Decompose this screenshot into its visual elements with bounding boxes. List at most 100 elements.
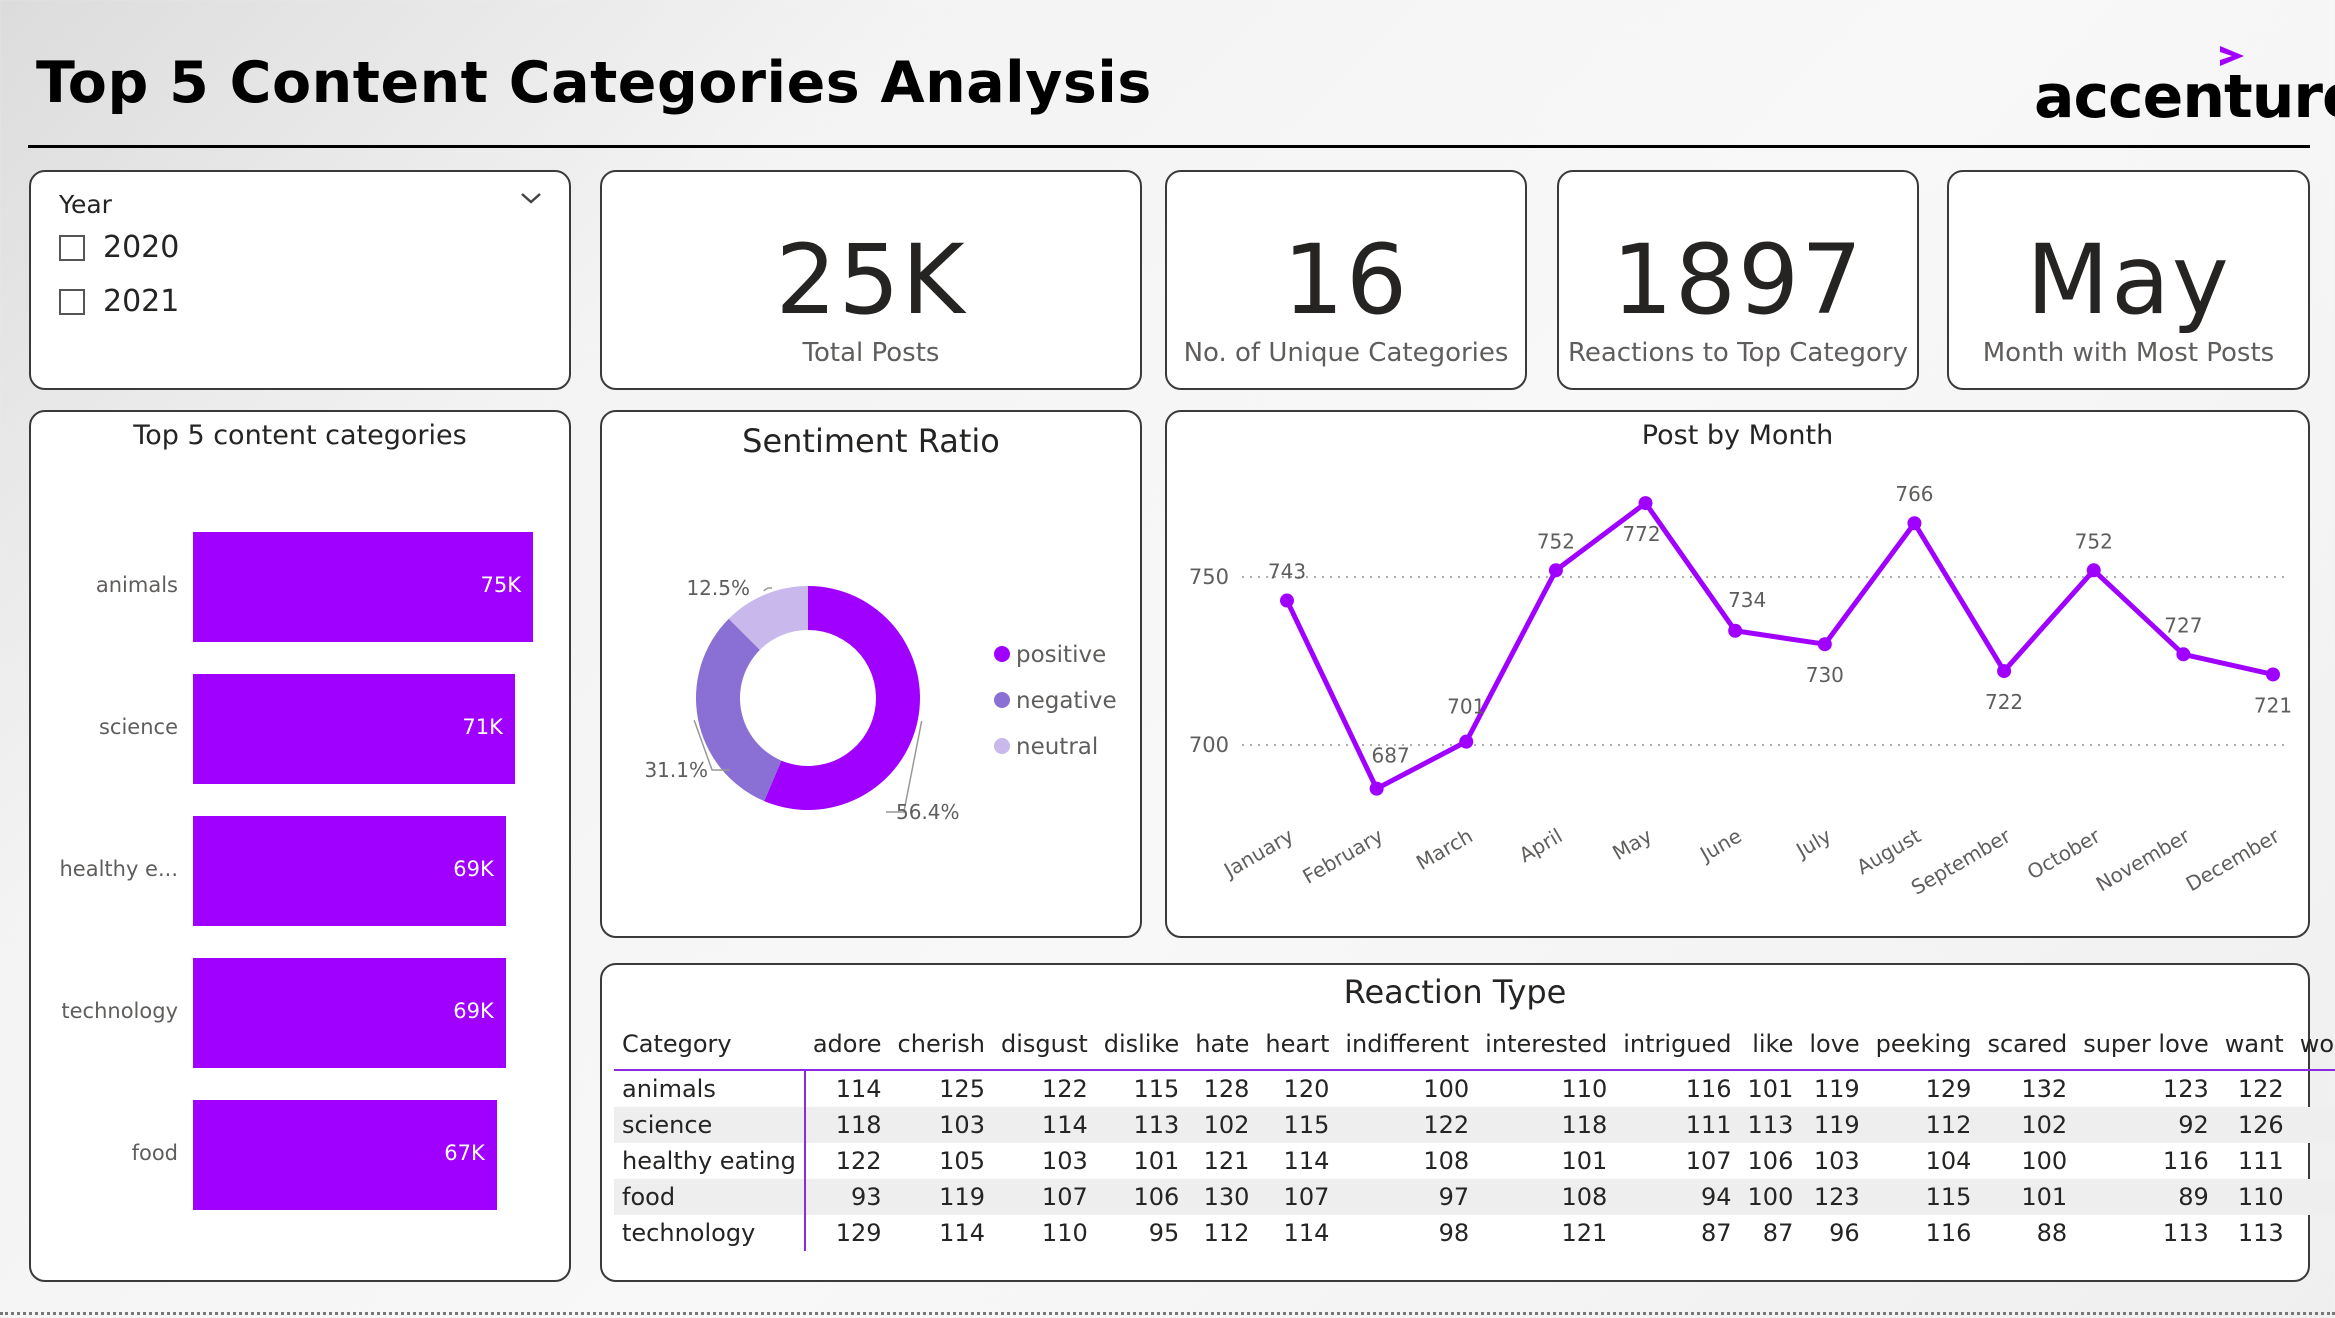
table-cell: 112 bbox=[1867, 1107, 1980, 1143]
column-header[interactable]: dislike bbox=[1096, 1019, 1188, 1070]
table-row[interactable]: animals 114 125 122 115 128 120 100 110 116 101 119… bbox=[614, 1070, 2335, 1107]
line-point[interactable] bbox=[1548, 563, 1563, 578]
table-row[interactable]: technology 129 114 110 95 112 114 98 121 87 87 96 11… bbox=[614, 1215, 2335, 1251]
post-by-month-line-chart[interactable]: Post by Month 700 750 743 January 687 Februar… bbox=[1165, 410, 2310, 938]
column-header[interactable]: interested bbox=[1477, 1019, 1615, 1070]
reaction-matrix[interactable]: Category adore cherish disgust dislike hate he… bbox=[614, 1019, 2335, 1251]
line-point[interactable] bbox=[2176, 647, 2191, 662]
legend-marker bbox=[994, 646, 1010, 662]
table-cell: 110 bbox=[1561, 1075, 1608, 1103]
table-cell: 132 bbox=[2021, 1075, 2068, 1103]
line-point[interactable] bbox=[1997, 664, 2012, 679]
table-cell: 116 bbox=[2291, 1107, 2335, 1143]
table-row[interactable]: healthy eating 122 105 103 101 121 114 108 101 10… bbox=[614, 1143, 2335, 1179]
table-cell: 101 bbox=[1747, 1075, 1794, 1103]
donut-slice-negative[interactable] bbox=[696, 618, 782, 802]
line-point[interactable] bbox=[1728, 623, 1743, 638]
x-tick-label: March bbox=[1412, 824, 1477, 875]
kpi-label: Reactions to Top Category bbox=[1567, 338, 1908, 368]
leader-line bbox=[763, 587, 772, 592]
table-cell: 108 bbox=[1477, 1179, 1616, 1215]
slicer-option-label: 2020 bbox=[103, 230, 180, 265]
slicer-option-2021[interactable]: 2021 bbox=[59, 284, 179, 319]
checkbox-2020[interactable] bbox=[59, 234, 85, 261]
column-header[interactable]: peeking bbox=[1868, 1019, 1980, 1070]
row-category: animals bbox=[614, 1070, 806, 1107]
reaction-type-table[interactable]: Reaction Type Category adore cherish disgus… bbox=[600, 963, 2335, 1282]
line-value-label: 772 bbox=[1622, 522, 1660, 546]
line-point[interactable] bbox=[2266, 667, 2280, 682]
chevron-down-icon[interactable] bbox=[519, 190, 543, 206]
table-row[interactable]: food 93 119 107 106 130 107 97 108 94 100 123 115 101… bbox=[614, 1179, 2335, 1215]
table-cell: 129 bbox=[835, 1219, 882, 1247]
column-header[interactable]: adore bbox=[805, 1019, 890, 1070]
column-header[interactable]: like bbox=[1740, 1019, 1802, 1070]
kpi-value: 1897 bbox=[1611, 224, 1865, 336]
column-header[interactable]: cherish bbox=[890, 1019, 993, 1070]
column-header[interactable]: worried bbox=[2292, 1019, 2335, 1070]
donut-plot[interactable]: 56.4% 31.1% 12.5% positive negative neutral bbox=[602, 412, 1140, 936]
y-tick-label: 750 bbox=[1189, 565, 1229, 589]
column-header[interactable]: hate bbox=[1187, 1019, 1257, 1070]
line-plot[interactable]: 700 750 743 January 687 February 701 March 752 Ap… bbox=[1167, 412, 2308, 936]
kpi-label: No. of Unique Categories bbox=[1183, 338, 1509, 368]
table-cell: 100 bbox=[1739, 1179, 1802, 1215]
kpi-value: May bbox=[2026, 224, 2231, 336]
table-cell: 114 bbox=[939, 1219, 985, 1247]
table-cell: 100 bbox=[1423, 1075, 1470, 1103]
line-point[interactable] bbox=[1280, 593, 1294, 608]
table-cell: 113 bbox=[2162, 1219, 2209, 1247]
table-cell: 95 bbox=[1148, 1219, 1180, 1247]
table-cell: 123 bbox=[2162, 1075, 2209, 1103]
column-header[interactable]: love bbox=[1801, 1019, 1867, 1070]
year-slicer[interactable]: Year 2020 2021 bbox=[29, 170, 571, 390]
column-header[interactable]: super love bbox=[2075, 1019, 2217, 1070]
table-cell: 129 bbox=[1925, 1075, 1972, 1103]
table-cell: 121 bbox=[1203, 1147, 1250, 1175]
table-cell: 125 bbox=[939, 1075, 985, 1103]
line-point[interactable] bbox=[1817, 637, 1832, 652]
line-value-label: 722 bbox=[1985, 690, 2023, 714]
column-header[interactable]: heart bbox=[1257, 1019, 1337, 1070]
line-value-label: 734 bbox=[1728, 588, 1766, 612]
kpi-value: 16 bbox=[1282, 224, 1410, 336]
table-cell: 110 bbox=[1041, 1219, 1088, 1247]
column-header[interactable]: want bbox=[2217, 1019, 2292, 1070]
line-point[interactable] bbox=[2086, 563, 2101, 578]
table-cell: 87 bbox=[1762, 1219, 1794, 1247]
column-header[interactable]: disgust bbox=[993, 1019, 1096, 1070]
table-cell: 92 bbox=[2075, 1107, 2217, 1143]
line-point[interactable] bbox=[1638, 496, 1653, 511]
table-cell: 122 bbox=[835, 1147, 882, 1175]
line-point[interactable] bbox=[1907, 516, 1922, 531]
chart-title: Top 5 content categories bbox=[133, 420, 467, 451]
table-cell: 130 bbox=[1187, 1179, 1258, 1215]
slicer-title: Year bbox=[59, 190, 112, 219]
x-tick-label: April bbox=[1515, 824, 1567, 868]
table-cell: 105 bbox=[2292, 1215, 2335, 1251]
sentiment-donut-chart[interactable]: Sentiment Ratio 56.4% 31.1% 12.5% positive n… bbox=[600, 410, 1142, 938]
line-point[interactable] bbox=[1369, 781, 1384, 796]
slicer-option-2020[interactable]: 2020 bbox=[59, 230, 179, 265]
column-header[interactable]: scared bbox=[1979, 1019, 2075, 1070]
table-cell: 104 bbox=[1925, 1147, 1972, 1175]
table-cell: 119 bbox=[1813, 1075, 1860, 1103]
bar-category-label: healthy e... bbox=[59, 857, 178, 881]
table-cell: 102 bbox=[1979, 1107, 2076, 1143]
column-header[interactable]: indifferent bbox=[1337, 1019, 1477, 1070]
donut-value-label: 12.5% bbox=[686, 576, 750, 600]
table-cell: 113 bbox=[2237, 1219, 2284, 1247]
table-cell: 126 bbox=[2216, 1107, 2292, 1143]
top-categories-bar-chart[interactable]: Top 5 content categories animals 75K scien… bbox=[29, 410, 571, 1282]
table-cell: 100 bbox=[2021, 1147, 2068, 1175]
checkbox-2021[interactable] bbox=[59, 288, 85, 315]
legend-label: negative bbox=[1016, 688, 1117, 714]
table-cell: 101 bbox=[1979, 1179, 2076, 1215]
table-row[interactable]: science 118 103 114 113 102 115 122 118 111 113 119… bbox=[614, 1107, 2335, 1143]
column-header[interactable]: Category bbox=[614, 1019, 805, 1070]
line-point[interactable] bbox=[1459, 734, 1474, 749]
table-cell: 103 bbox=[889, 1107, 993, 1143]
table-cell: 101 bbox=[1561, 1147, 1608, 1175]
column-header[interactable]: intrigued bbox=[1615, 1019, 1739, 1070]
kpi-top-category-reactions: 1897 Reactions to Top Category bbox=[1557, 170, 1919, 390]
